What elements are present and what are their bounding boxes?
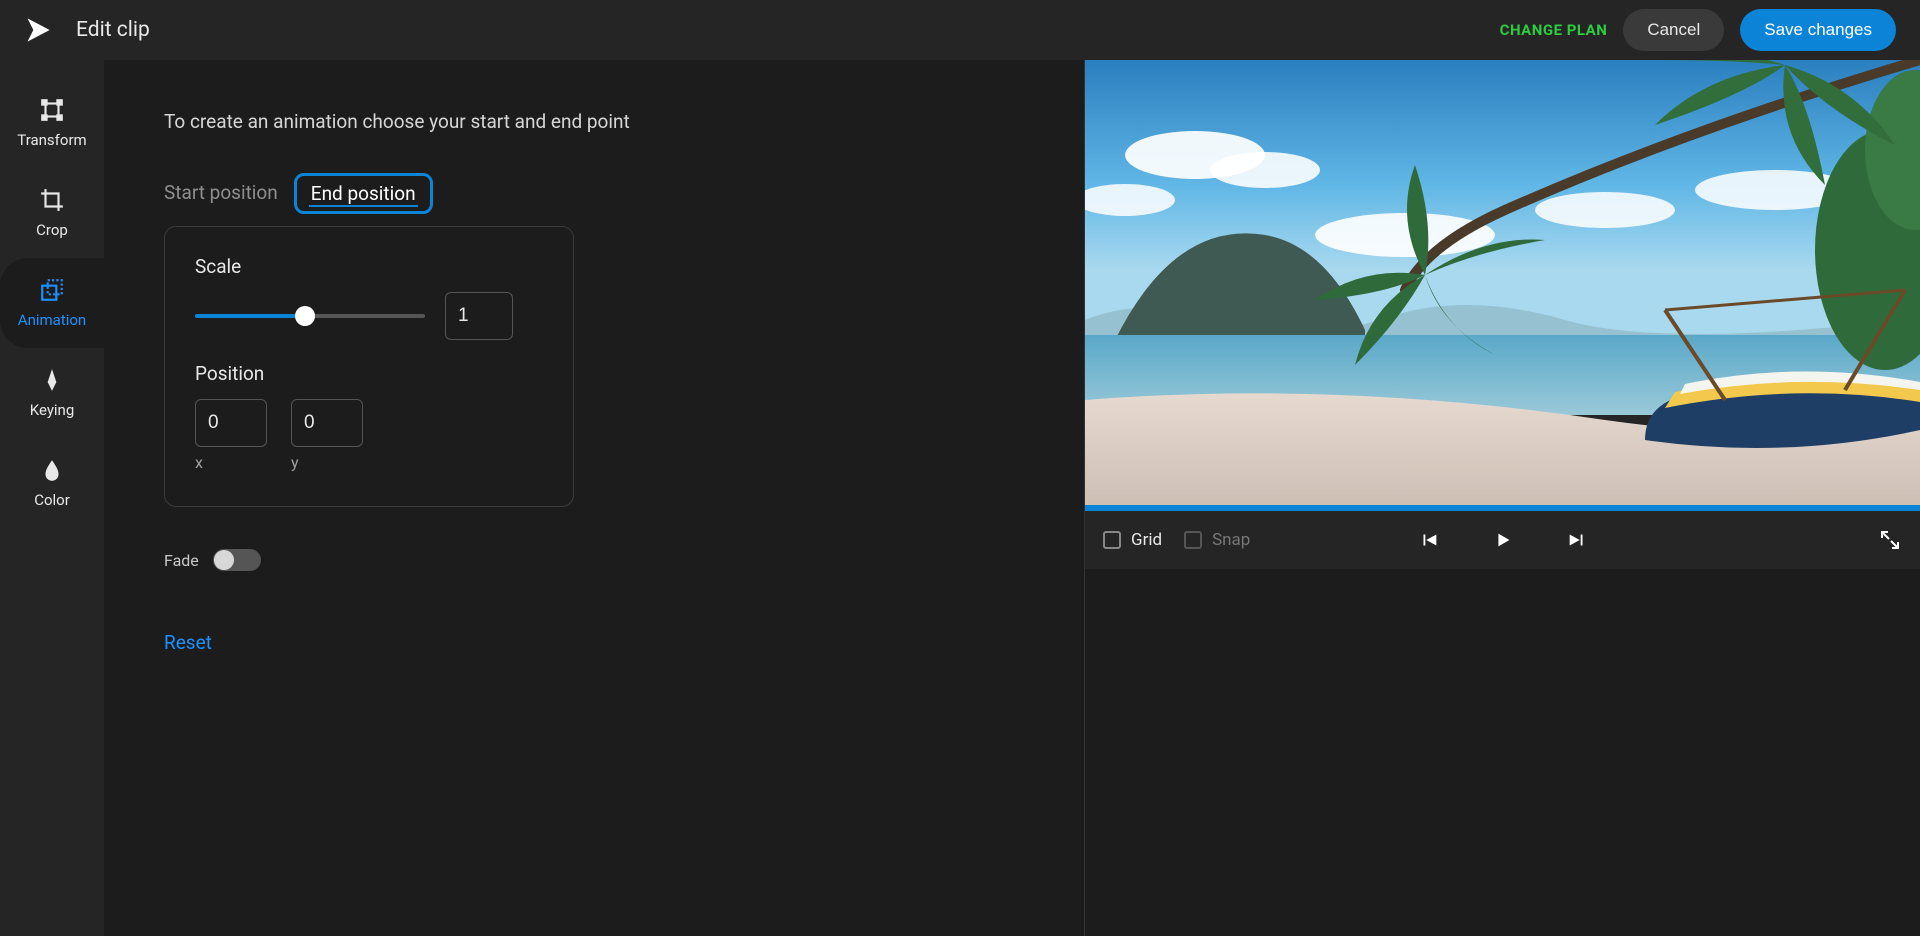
sidebar-item-crop[interactable]: Crop <box>0 168 104 258</box>
sidebar-item-keying[interactable]: Keying <box>0 348 104 438</box>
grid-checkbox[interactable]: Grid <box>1103 530 1162 550</box>
change-plan-link[interactable]: CHANGE PLAN <box>1500 21 1608 39</box>
preview-canvas[interactable] <box>1085 60 1920 505</box>
animation-icon <box>39 277 65 303</box>
cancel-button[interactable]: Cancel <box>1623 9 1724 51</box>
grid-label: Grid <box>1131 530 1162 550</box>
end-position-box: Scale Position x y <box>164 226 574 507</box>
scale-label: Scale <box>195 255 543 278</box>
header: Edit clip CHANGE PLAN Cancel Save change… <box>0 0 1920 60</box>
preview-controls: Grid Snap <box>1085 511 1920 569</box>
sidebar-item-label: Keying <box>30 401 75 419</box>
tab-start-position[interactable]: Start position <box>164 173 286 214</box>
preview-blank-area <box>1085 569 1920 936</box>
sidebar-item-transform[interactable]: Transform <box>0 78 104 168</box>
preview-pane: Grid Snap <box>1084 60 1920 936</box>
sidebar-item-label: Animation <box>18 311 86 329</box>
position-tabs: Start position End position <box>164 173 1044 214</box>
scale-input[interactable] <box>445 292 513 340</box>
play-icon[interactable] <box>1492 529 1514 551</box>
fullscreen-icon[interactable] <box>1878 528 1902 552</box>
header-actions: CHANGE PLAN Cancel Save changes <box>1500 9 1896 51</box>
tab-end-position[interactable]: End position <box>294 173 433 214</box>
checkbox-icon <box>1184 531 1202 549</box>
position-x-input[interactable] <box>195 399 267 447</box>
sidebar-item-color[interactable]: Color <box>0 438 104 528</box>
sidebar-item-label: Color <box>34 491 70 509</box>
keying-icon <box>39 367 65 393</box>
app-logo-icon <box>24 16 52 44</box>
panel-intro: To create an animation choose your start… <box>164 110 1044 133</box>
animation-panel: To create an animation choose your start… <box>104 60 1084 936</box>
snap-label: Snap <box>1212 530 1250 550</box>
scale-slider[interactable] <box>195 307 425 325</box>
position-label: Position <box>195 362 543 385</box>
position-y-input[interactable] <box>291 399 363 447</box>
snap-checkbox[interactable]: Snap <box>1184 530 1250 550</box>
reset-link[interactable]: Reset <box>164 631 1044 654</box>
checkbox-icon <box>1103 531 1121 549</box>
fade-row: Fade <box>164 549 1044 571</box>
fade-label: Fade <box>164 551 199 570</box>
color-icon <box>39 457 65 483</box>
fade-toggle[interactable] <box>213 549 261 571</box>
page-title: Edit clip <box>76 18 150 42</box>
sidebar-item-animation[interactable]: Animation <box>0 258 104 348</box>
position-y-label: y <box>291 453 363 472</box>
sidebar-item-label: Crop <box>36 221 68 239</box>
sidebar-item-label: Transform <box>17 131 86 149</box>
sidebar: Transform Crop Animation Keying Color <box>0 60 104 936</box>
transform-icon <box>39 97 65 123</box>
crop-icon <box>39 187 65 213</box>
skip-previous-icon[interactable] <box>1418 529 1440 551</box>
position-x-label: x <box>195 453 267 472</box>
save-button[interactable]: Save changes <box>1740 9 1896 51</box>
skip-next-icon[interactable] <box>1566 529 1588 551</box>
